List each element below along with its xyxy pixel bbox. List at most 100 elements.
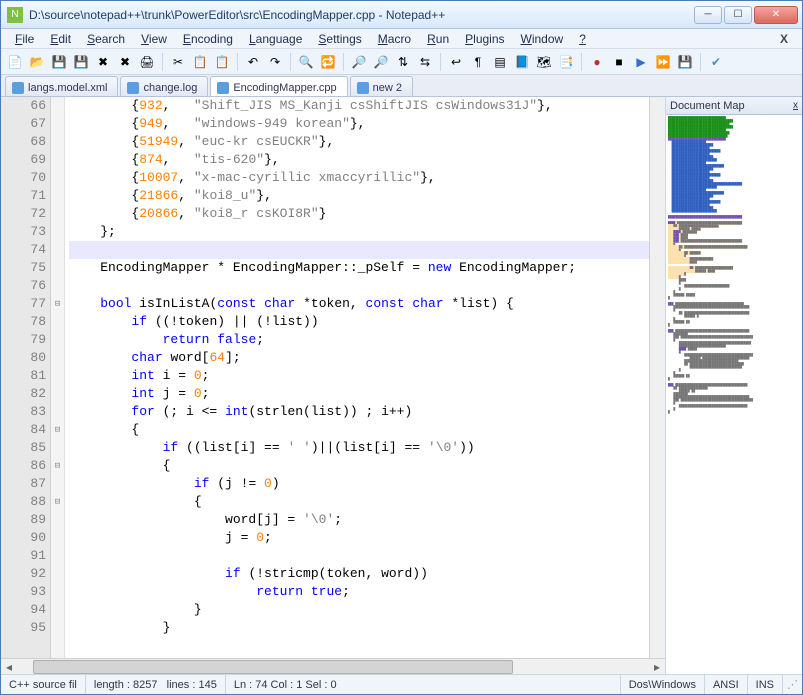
menu-plugins[interactable]: Plugins	[457, 30, 512, 48]
menu-[interactable]: ?	[571, 30, 594, 48]
maximize-button[interactable]: ☐	[724, 6, 752, 24]
code-content[interactable]: {932, "Shift_JIS MS_Kanji csShiftJIS csW…	[65, 97, 649, 658]
cut-icon[interactable]: ✂	[168, 52, 188, 72]
close-icon[interactable]: ✖	[93, 52, 113, 72]
code-line[interactable]: {	[69, 493, 649, 511]
menu-file[interactable]: File	[7, 30, 42, 48]
menu-settings[interactable]: Settings	[310, 30, 369, 48]
spell-icon[interactable]: ✔	[706, 52, 726, 72]
code-area[interactable]: 6667686970717273747576777879808182838485…	[1, 97, 665, 658]
document-map-view[interactable]: ████████████████████████████████ ███████…	[666, 115, 802, 674]
menu-search[interactable]: Search	[79, 30, 133, 48]
fold-minus-icon[interactable]: ⊟	[51, 421, 64, 439]
play-multi-icon[interactable]: ⏩	[653, 52, 673, 72]
code-line[interactable]: int i = 0;	[69, 367, 649, 385]
code-line[interactable]: EncodingMapper * EncodingMapper::_pSelf …	[69, 259, 649, 277]
code-line[interactable]: }	[69, 619, 649, 637]
save-icon[interactable]: 💾	[49, 52, 69, 72]
replace-icon[interactable]: 🔁	[318, 52, 338, 72]
code-line[interactable]: word[j] = '\0';	[69, 511, 649, 529]
fold-minus-icon[interactable]: ⊟	[51, 457, 64, 475]
menu-window[interactable]: Window	[513, 30, 572, 48]
zoom-out-icon[interactable]: 🔎	[371, 52, 391, 72]
tab-change-log[interactable]: change.log	[120, 76, 208, 96]
code-line[interactable]: int j = 0;	[69, 385, 649, 403]
indent-guide-icon[interactable]: ▤	[490, 52, 510, 72]
tab-langs-model-xml[interactable]: langs.model.xml	[5, 76, 118, 96]
save-all-icon[interactable]: 💾	[71, 52, 91, 72]
menu-macro[interactable]: Macro	[370, 30, 419, 48]
code-line[interactable]: {949, "windows-949 korean"},	[69, 115, 649, 133]
code-line[interactable]: return true;	[69, 583, 649, 601]
stop-icon[interactable]: ■	[609, 52, 629, 72]
save-macro-icon[interactable]: 💾	[675, 52, 695, 72]
titlebar[interactable]: N D:\source\notepad++\trunk\PowerEditor\…	[1, 1, 802, 29]
code-line[interactable]: for (; i <= int(strlen(list)) ; i++)	[69, 403, 649, 421]
undo-icon[interactable]: ↶	[243, 52, 263, 72]
resize-grip-icon[interactable]: ⋰	[783, 678, 802, 691]
code-line[interactable]: {	[69, 457, 649, 475]
code-line[interactable]: };	[69, 223, 649, 241]
code-line[interactable]: if ((!token) || (!list))	[69, 313, 649, 331]
minimize-button[interactable]: ─	[694, 6, 722, 24]
code-line[interactable]: {	[69, 421, 649, 439]
scroll-left-icon[interactable]: ◂	[1, 660, 17, 674]
code-line[interactable]	[69, 277, 649, 295]
code-line[interactable]	[69, 547, 649, 565]
all-chars-icon[interactable]: ¶	[468, 52, 488, 72]
zoom-in-icon[interactable]: 🔎	[349, 52, 369, 72]
doc-map-icon[interactable]: 🗺	[534, 52, 554, 72]
open-file-icon[interactable]: 📂	[27, 52, 47, 72]
document-map-title[interactable]: Document Map x	[666, 97, 802, 115]
scroll-thumb[interactable]	[33, 660, 513, 674]
code-line[interactable]: {51949, "euc-kr csEUCKR"},	[69, 133, 649, 151]
vertical-scrollbar[interactable]	[649, 97, 665, 658]
tab-encodingmapper-cpp[interactable]: EncodingMapper.cpp	[210, 76, 347, 96]
tab-new-2[interactable]: new 2	[350, 76, 413, 96]
print-icon[interactable]: 🖨	[137, 52, 157, 72]
find-icon[interactable]: 🔍	[296, 52, 316, 72]
horizontal-scrollbar[interactable]: ◂ ▸	[1, 658, 665, 674]
code-line[interactable]: {21866, "koi8_u"},	[69, 187, 649, 205]
document-map-close-icon[interactable]: x	[793, 100, 798, 111]
sync-v-icon[interactable]: ⇅	[393, 52, 413, 72]
code-line[interactable]: {10007, "x-mac-cyrillic xmaccyrillic"},	[69, 169, 649, 187]
play-icon[interactable]: ▶	[631, 52, 651, 72]
scroll-right-icon[interactable]: ▸	[649, 660, 665, 674]
record-icon[interactable]: ●	[587, 52, 607, 72]
code-line[interactable]: {932, "Shift_JIS MS_Kanji csShiftJIS csW…	[69, 97, 649, 115]
user-lang-icon[interactable]: 📘	[512, 52, 532, 72]
code-line[interactable]: return false;	[69, 331, 649, 349]
code-line[interactable]: {20866, "koi8_r csKOI8R"}	[69, 205, 649, 223]
mdi-close-icon[interactable]: X	[772, 32, 796, 46]
code-line[interactable]: bool isInListA(const char *token, const …	[69, 295, 649, 313]
code-line[interactable]: if (j != 0)	[69, 475, 649, 493]
line-number: 92	[1, 565, 46, 583]
new-file-icon[interactable]: 📄	[5, 52, 25, 72]
menu-edit[interactable]: Edit	[42, 30, 79, 48]
fold-gutter[interactable]: ⊟ ⊟ ⊟ ⊟	[51, 97, 65, 658]
sync-h-icon[interactable]: ⇆	[415, 52, 435, 72]
code-line[interactable]: j = 0;	[69, 529, 649, 547]
menu-language[interactable]: Language	[241, 30, 310, 48]
code-line[interactable]: if (!stricmp(token, word))	[69, 565, 649, 583]
code-line[interactable]: char word[64];	[69, 349, 649, 367]
code-line[interactable]: {874, "tis-620"},	[69, 151, 649, 169]
redo-icon[interactable]: ↷	[265, 52, 285, 72]
code-line[interactable]	[69, 241, 649, 259]
paste-icon[interactable]: 📋	[212, 52, 232, 72]
code-line[interactable]: if ((list[i] == ' ')||(list[i] == '\0'))	[69, 439, 649, 457]
statusbar: C++ source fil length : 8257 lines : 145…	[1, 674, 802, 694]
fold-minus-icon[interactable]: ⊟	[51, 295, 64, 313]
wrap-icon[interactable]: ↩	[446, 52, 466, 72]
menu-view[interactable]: View	[133, 30, 175, 48]
copy-icon[interactable]: 📋	[190, 52, 210, 72]
code-line[interactable]: }	[69, 601, 649, 619]
close-window-button[interactable]: ✕	[754, 6, 798, 24]
close-all-icon[interactable]: ✖	[115, 52, 135, 72]
menu-run[interactable]: Run	[419, 30, 457, 48]
line-number: 69	[1, 151, 46, 169]
menu-encoding[interactable]: Encoding	[175, 30, 241, 48]
func-list-icon[interactable]: 📑	[556, 52, 576, 72]
fold-minus-icon[interactable]: ⊟	[51, 493, 64, 511]
